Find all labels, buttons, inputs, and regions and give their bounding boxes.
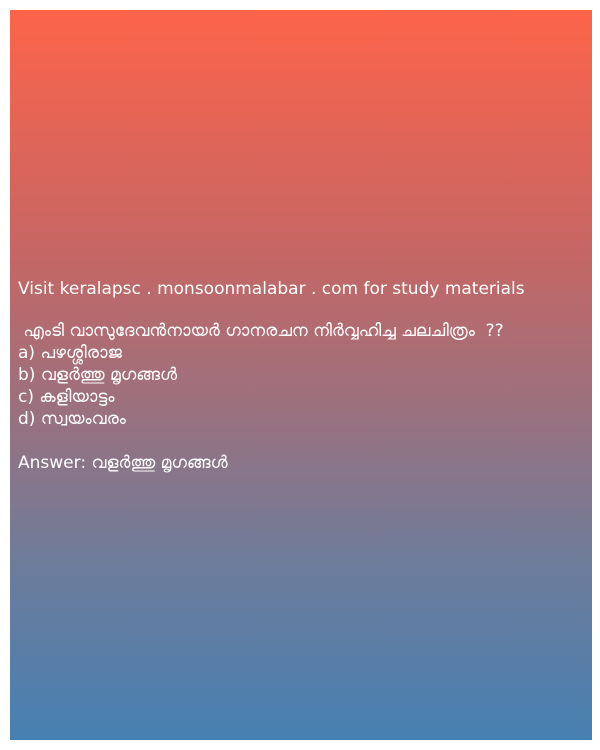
site-note: Visit keralapsc . monsoonmalabar . com f… [18,279,525,299]
option-a: a) പഴശ്ശിരാജ [18,343,122,363]
option-c: c) കളിയാട്ടം [18,387,115,407]
answer-value: വളർത്തു മൃഗങ്ങൾ [91,453,228,473]
option-b: b) വളർത്തു മൃഗങ്ങൾ [18,365,178,385]
question-text: എംടി വാസുദേവൻനായർ ഗാനരചന നിർവ്വഹിച്ച ചലച… [18,321,504,341]
answer-label: Answer: [18,453,92,473]
option-d: d) സ്വയംവരം [18,409,126,429]
answer-row: Answer: വളർത്തു മൃഗങ്ങൾ [18,452,590,474]
quiz-card: Visit keralapsc . monsoonmalabar . com f… [10,10,592,740]
quiz-content: Visit keralapsc . monsoonmalabar . com f… [18,278,590,474]
